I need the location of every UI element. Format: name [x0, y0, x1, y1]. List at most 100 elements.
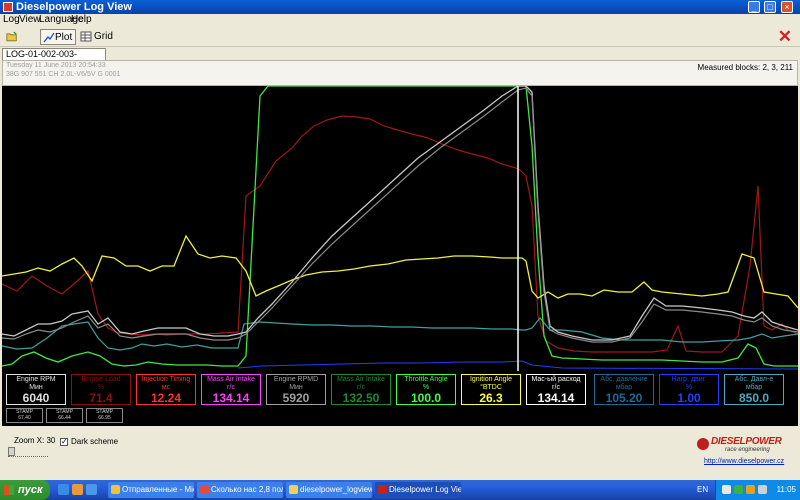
mini-block-value: 66.95	[98, 415, 111, 421]
log-date: Tuesday 11 June 2013 20:54:33	[6, 62, 106, 69]
gauge-4[interactable]: Engine RPMD Мин 5920	[266, 374, 326, 405]
gauge-value: 1.00	[677, 391, 701, 405]
tray-icon-2[interactable]	[734, 485, 743, 494]
zoom-slider-knob[interactable]	[8, 447, 15, 456]
gauge-name: Нагр. двиг.	[671, 376, 707, 383]
quicklaunch-ie-icon[interactable]	[58, 484, 69, 495]
maximize-button[interactable]: □	[764, 1, 776, 13]
gauge-name: Абс. Давл-е	[734, 376, 774, 383]
quicklaunch-firefox-icon[interactable]	[72, 484, 83, 495]
measured-blocks: Measured blocks: 2, 3, 211	[697, 63, 793, 72]
window-title: Dieselpower Log View	[16, 1, 132, 13]
gauge-value: 71.4	[89, 391, 113, 405]
gauge-name: Ignition Angle	[469, 376, 513, 383]
gauge-value: 132.50	[342, 391, 380, 405]
gauge-name: Мас-ый расход	[531, 376, 581, 383]
tray-icon-3[interactable]	[746, 485, 755, 494]
bottom-panel: Zoom X: 30 ✓ Dark scheme DIESELPOWER rac…	[0, 427, 800, 480]
menu-help[interactable]: Help	[71, 14, 92, 26]
gauge-value: 5920	[282, 391, 310, 405]
task-logview[interactable]: Dieselpower Log View	[375, 482, 461, 498]
log-info-panel: Tuesday 11 June 2013 20:54:33 38G 907 55…	[2, 60, 798, 86]
open-folder-icon	[6, 31, 17, 42]
grid-icon	[80, 31, 92, 42]
folder-icon	[289, 485, 298, 494]
website-link[interactable]: http://www.dieselpower.cz	[704, 458, 784, 465]
start-button[interactable]: пуск	[0, 480, 50, 500]
close-log-icon[interactable]: ✕	[778, 28, 792, 45]
system-tray: 11:05	[715, 480, 800, 500]
gauge-6[interactable]: Throttle Angle% 100.0	[396, 374, 456, 405]
windows-flag-icon	[4, 485, 14, 495]
series-mass-air-intake-teal	[2, 317, 798, 351]
task-thunderbird[interactable]: Отправленные - Mic...	[108, 482, 194, 498]
plot-icon	[43, 32, 55, 43]
mail-icon	[111, 485, 120, 494]
gauge-name: Engine RPMD	[273, 376, 319, 383]
gauge-8[interactable]: Мас-ый расход г/с 134.14	[526, 374, 586, 405]
gauge-10[interactable]: Нагр. двиг.% 1.00	[659, 374, 719, 405]
gauge-name: Engine Load	[81, 376, 121, 383]
plot-chart[interactable]	[2, 86, 798, 371]
series-engine-rpmd	[2, 87, 798, 343]
language-indicator[interactable]: EN	[697, 480, 708, 500]
mini-block-0: STAMP 67.40	[6, 408, 43, 423]
tray-icon-1[interactable]	[722, 485, 731, 494]
grid-button[interactable]: Grid	[80, 29, 114, 45]
gauge-name: Engine RPM	[16, 376, 56, 383]
gauge-value: 105.20	[605, 391, 643, 405]
title-bar[interactable]: Dieselpower Log View _ □ ×	[0, 0, 800, 14]
grid-label: Grid	[94, 31, 113, 42]
file-tab[interactable]: LOG-01-002-003-211_amx1006.CSV	[2, 48, 106, 70]
gauge-value: 850.0	[738, 391, 770, 405]
gauge-name: Throttle Angle	[404, 376, 448, 383]
dark-scheme-label: Dark scheme	[71, 437, 119, 446]
gauge-name: Mass Air Intake	[207, 376, 255, 383]
ecu-info: 38G 907 551 CH 2.0L-V6/5V G 0001	[6, 71, 121, 78]
app-icon	[3, 2, 13, 12]
gauge-name: Абс. давление	[600, 376, 648, 383]
plot-button[interactable]: Plot	[40, 29, 76, 45]
taskbar: пуск Отправленные - Mic... Сколько нас 2…	[0, 480, 800, 500]
minimize-button[interactable]: _	[748, 1, 760, 13]
gauge-3[interactable]: Mass Air Intake г/с 134.14	[201, 374, 261, 405]
open-folder-button[interactable]	[6, 29, 22, 45]
gauge-5[interactable]: Mass Air Intake г/с 132.50	[331, 374, 391, 405]
task-chrome[interactable]: Сколько нас 2,8 пол...	[197, 482, 283, 498]
gauge-value: 12.24	[150, 391, 182, 405]
logview-icon	[378, 485, 387, 494]
gauge-name: Injection Timing	[141, 376, 191, 383]
app-window: Dieselpower Log View _ □ × Log View Lang…	[0, 0, 800, 480]
gauge-name: Mass Air Intake	[337, 376, 385, 383]
gauge-11[interactable]: Абс. Давл-е мбар 850.0	[724, 374, 784, 405]
menu-log[interactable]: Log	[3, 14, 20, 26]
gauge-value: 100.0	[410, 391, 442, 405]
gauge-value: 26.3	[479, 391, 503, 405]
tray-icon-4[interactable]	[758, 485, 767, 494]
gauge-9[interactable]: Абс. давление мбар 105.20	[594, 374, 654, 405]
gauge-0[interactable]: Engine RPM Мин 6040	[6, 374, 66, 405]
series-ignition-angle	[2, 234, 798, 309]
zoom-label: Zoom X: 30	[14, 436, 56, 445]
series-engine-load	[2, 115, 798, 353]
mini-block-value: 66.44	[58, 415, 71, 421]
zoom-slider[interactable]	[8, 447, 48, 457]
quicklaunch-thunderbird-icon[interactable]	[86, 484, 97, 495]
menu-view[interactable]: View	[19, 14, 41, 26]
task-folder[interactable]: dieselpower_logview...	[286, 482, 372, 498]
gauge-7[interactable]: Ignition Angle °BTDC 26.3	[461, 374, 521, 405]
gauge-value: 134.14	[537, 391, 575, 405]
plot-label: Plot	[55, 32, 73, 43]
mini-block-1: STAMP 66.44	[46, 408, 83, 423]
chrome-icon	[200, 485, 209, 494]
dark-scheme-checkbox[interactable]: ✓	[60, 438, 68, 446]
plot-area[interactable]	[2, 86, 798, 371]
gauge-panel: Engine RPM Мин 6040 Engine Load% 71.4 Injecti…	[2, 371, 798, 426]
gauge-value: 6040	[22, 391, 50, 405]
gauge-2[interactable]: Injection Timing мс 12.24	[136, 374, 196, 405]
clock: 11:05	[776, 485, 796, 494]
close-button[interactable]: ×	[781, 1, 793, 13]
mini-block-2: STAMP 66.95	[86, 408, 123, 423]
series-engine-rpm	[2, 86, 798, 341]
gauge-1[interactable]: Engine Load% 71.4	[71, 374, 131, 405]
